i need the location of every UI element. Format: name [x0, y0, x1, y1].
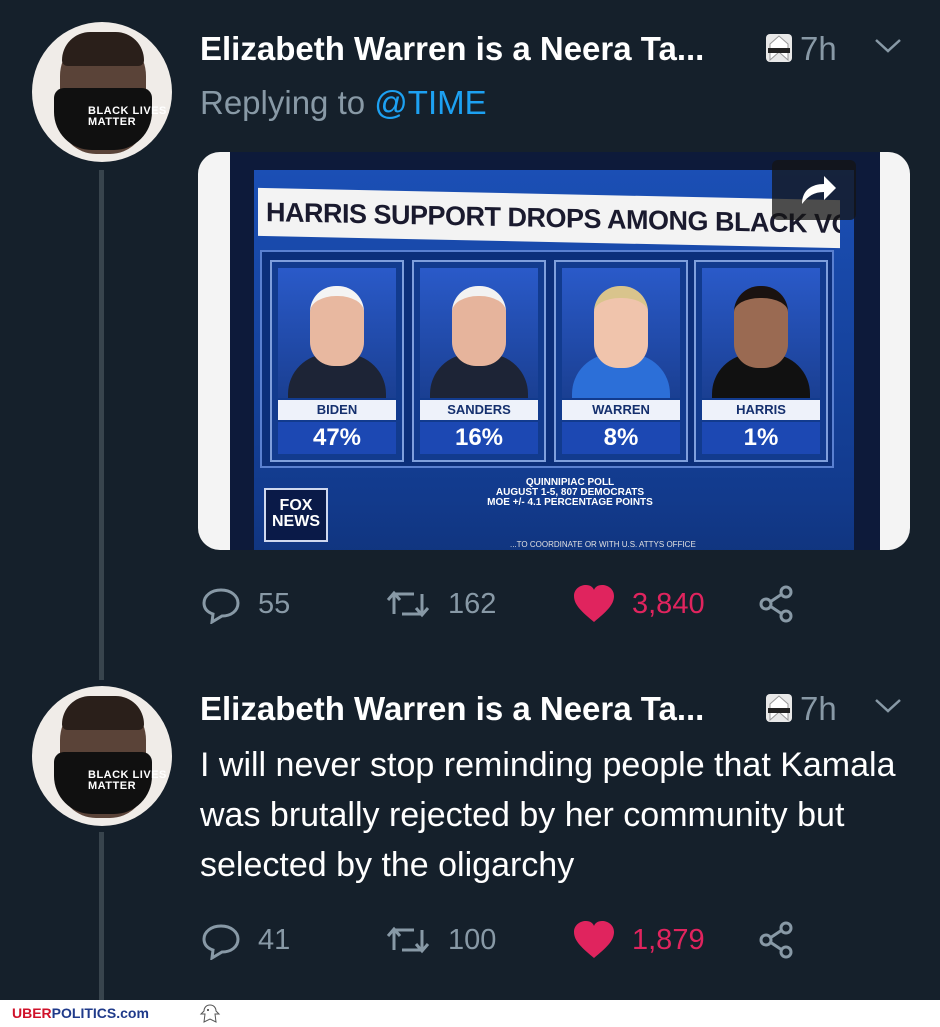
candidate-panels: BIDEN 47% SANDERS 16% WARREN 8% HARRIS 1… [260, 250, 834, 468]
author-name[interactable]: Elizabeth Warren is a Neera Ta... [200, 690, 704, 728]
like-count: 3,840 [632, 587, 705, 620]
retweet-icon [386, 926, 430, 954]
tweet-actions: 55 162 3,840 [200, 584, 820, 624]
candidate-percent: 8% [562, 422, 680, 454]
media-share-button[interactable] [772, 160, 856, 220]
candidate-photo [702, 268, 820, 398]
brand-red: UBER [12, 1005, 52, 1021]
candidate-card: BIDEN 47% [270, 260, 404, 462]
candidate-photo [420, 268, 538, 398]
candidate-photo [562, 268, 680, 398]
chevron-down-icon[interactable] [872, 696, 904, 716]
retweet-action[interactable]: 100 [384, 920, 496, 960]
reply-action[interactable]: 41 [200, 920, 290, 960]
replying-to: Replying to @TIME [200, 84, 487, 122]
chevron-down-icon[interactable] [872, 36, 904, 56]
candidate-face [734, 286, 788, 368]
author-name[interactable]: Elizabeth Warren is a Neera Ta... [200, 30, 704, 68]
like-action[interactable]: 3,840 [572, 584, 705, 624]
candidate-percent: 1% [702, 422, 820, 454]
retweet-icon [386, 590, 430, 618]
candidate-name: BIDEN [278, 400, 396, 420]
tweet-time: 7h [800, 690, 837, 727]
replying-to-label: Replying to [200, 84, 366, 121]
candidate-face [452, 286, 506, 366]
candidate-name: WARREN [562, 400, 680, 420]
candidate-face [310, 286, 364, 366]
heart-icon [574, 921, 614, 958]
heart-icon [574, 585, 614, 622]
reply-icon [202, 588, 240, 624]
candidate-card: SANDERS 16% [412, 260, 546, 462]
tweet-text: I will never stop reminding people that … [200, 746, 896, 884]
karate-emoji-icon [766, 34, 792, 62]
candidate-name: SANDERS [420, 400, 538, 420]
like-action[interactable]: 1,879 [572, 920, 705, 960]
reply-action[interactable]: 55 [200, 584, 290, 624]
tweet-time: 7h [800, 30, 837, 67]
retweet-count: 162 [448, 587, 497, 620]
avatar-hair [62, 696, 144, 730]
watermark-brand: UBERPOLITICS.com [12, 1005, 149, 1021]
tweet-media[interactable]: HARRIS SUPPORT DROPS AMONG BLACK VOTERS … [198, 152, 910, 550]
mask-text: BLACK LIVES MATTER [88, 769, 167, 792]
thread-line [99, 170, 104, 680]
poll-source-line: MOE +/- 4.1 PERCENTAGE POINTS [487, 497, 653, 508]
share-arrow-icon [802, 176, 836, 204]
retweet-action[interactable]: 162 [384, 584, 496, 624]
avatar[interactable]: BLACK LIVES MATTER [32, 686, 172, 826]
thread-line [99, 832, 104, 1000]
candidate-face [594, 286, 648, 368]
reply-count: 55 [258, 587, 291, 620]
avatar-hair [62, 32, 144, 66]
mention-link[interactable]: @TIME [374, 84, 486, 121]
eagle-logo-icon [199, 1004, 221, 1023]
reply-count: 41 [258, 923, 291, 956]
karate-emoji-icon [766, 694, 792, 722]
avatar[interactable]: BLACK LIVES MATTER [32, 22, 172, 162]
poll-source: QUINNIPIAC POLL AUGUST 1-5, 807 DEMOCRAT… [480, 478, 660, 508]
share-action[interactable] [756, 584, 798, 624]
network-logo: FOX NEWS [264, 488, 328, 542]
reply-icon [202, 924, 240, 960]
news-ticker: ...TO COORDINATE OR WITH U.S. ATTYS OFFI… [510, 540, 696, 549]
candidate-name: HARRIS [702, 400, 820, 420]
mask-text: BLACK LIVES MATTER [88, 105, 167, 128]
candidate-percent: 47% [278, 422, 396, 454]
candidate-card: WARREN 8% [554, 260, 688, 462]
share-icon [759, 585, 793, 623]
share-icon [759, 921, 793, 959]
brand-blue: POLITICS.com [51, 1005, 149, 1021]
retweet-count: 100 [448, 923, 497, 956]
candidate-photo [278, 268, 396, 398]
share-action[interactable] [756, 920, 798, 960]
candidate-percent: 16% [420, 422, 538, 454]
like-count: 1,879 [632, 923, 705, 956]
watermark-bar: UBERPOLITICS.com [0, 1000, 940, 1027]
tweet-actions: 41 100 1,879 [200, 920, 820, 960]
candidate-card: HARRIS 1% [694, 260, 828, 462]
